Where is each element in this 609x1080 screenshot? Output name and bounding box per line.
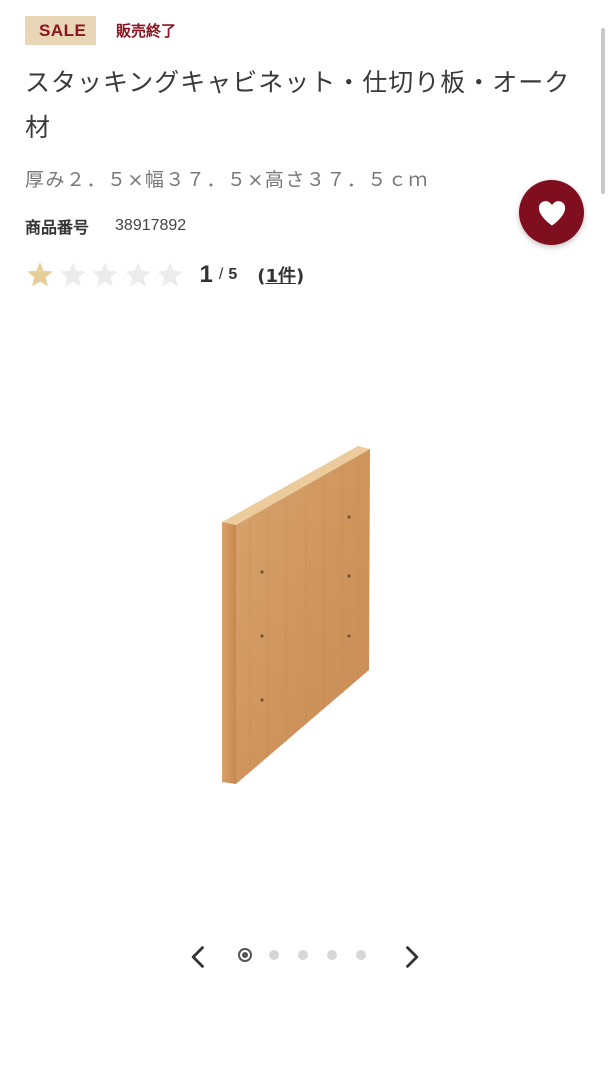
- product-page: SALE 販売終了 スタッキングキャビネット・仕切り板・オーク材 厚み２．５×幅…: [0, 0, 609, 1080]
- star-icon-5: [157, 262, 183, 287]
- product-spec: 厚み２．５×幅３７．５×高さ３７．５ｃｍ: [25, 169, 429, 191]
- star-icon-1: [27, 262, 53, 287]
- sold-out-status: 販売終了: [116, 22, 177, 40]
- oak-panel-illustration: [222, 446, 370, 784]
- product-number-value: 38917892: [115, 217, 187, 234]
- star-rating: [25, 260, 188, 290]
- product-image[interactable]: [0, 310, 609, 920]
- carousel-dots: [237, 948, 385, 962]
- carousel-dot-4[interactable]: [327, 950, 337, 960]
- product-number: 商品番号 38917892: [25, 214, 186, 238]
- review-count-close: ): [295, 266, 305, 287]
- star-icon-2: [59, 262, 86, 287]
- chevron-left-icon[interactable]: [185, 943, 213, 971]
- rating-row: 1 / 5 (1件): [25, 260, 304, 290]
- carousel-dot-5[interactable]: [356, 950, 366, 960]
- heart-icon: [538, 200, 565, 225]
- badge-row: SALE 販売終了: [25, 16, 176, 45]
- image-carousel-nav: [0, 935, 609, 979]
- carousel-dot-3[interactable]: [298, 950, 308, 960]
- carousel-dot-1[interactable]: [238, 948, 252, 962]
- chevron-right-icon[interactable]: [397, 943, 425, 971]
- star-icon-3: [92, 262, 118, 287]
- product-title: スタッキングキャビネット・仕切り板・オーク材: [25, 68, 571, 142]
- rating-max: 5: [228, 266, 238, 283]
- favorite-button[interactable]: [519, 180, 584, 245]
- review-count-value: 1件: [265, 266, 296, 287]
- carousel-dot-2[interactable]: [269, 950, 279, 960]
- scrollbar[interactable]: [601, 28, 605, 194]
- star-icon-4: [124, 262, 151, 287]
- sale-badge: SALE: [25, 16, 96, 45]
- rating-value: 1: [199, 261, 213, 288]
- review-count-link[interactable]: (1件): [257, 262, 304, 288]
- rating-separator: /: [218, 266, 224, 283]
- product-number-label: 商品番号: [25, 218, 90, 237]
